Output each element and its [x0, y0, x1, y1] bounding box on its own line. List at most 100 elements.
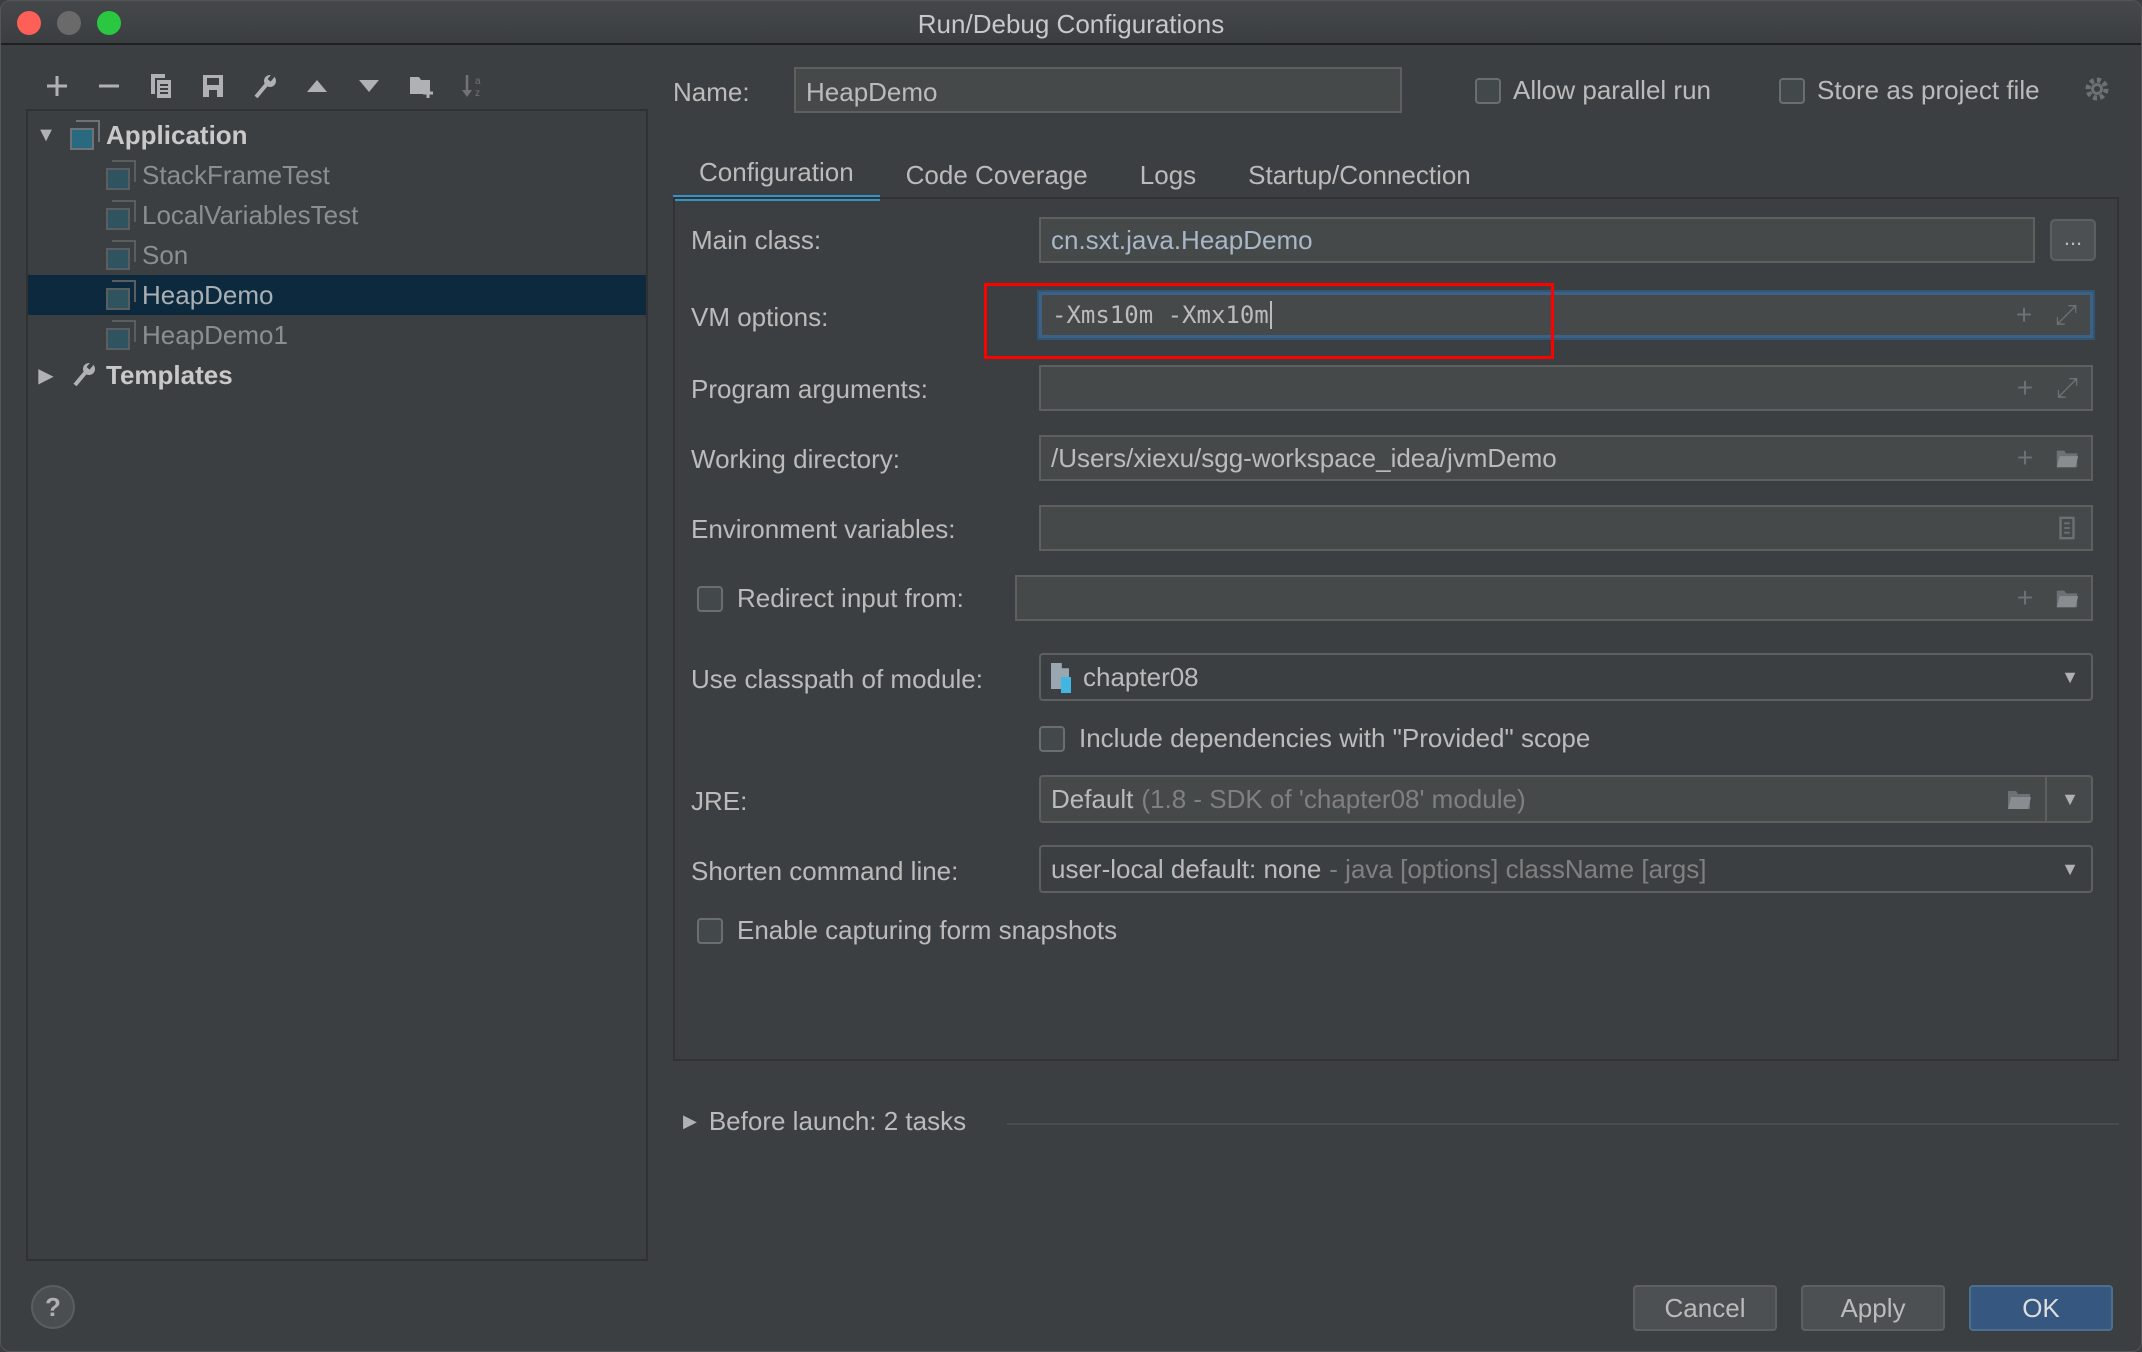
jre-dropdown[interactable]: Default (1.8 - SDK of 'chapter08' module… [1039, 775, 2093, 823]
insert-macro-icon[interactable]: + [2010, 299, 2038, 330]
tree-item-label: StackFrameTest [142, 159, 330, 190]
main-class-input[interactable]: cn.sxt.java.HeapDemo [1039, 217, 2035, 263]
svg-text:z: z [475, 88, 480, 99]
tab-bar: Configuration Code Coverage Logs Startup… [673, 149, 1497, 201]
copy-icon [151, 74, 171, 98]
insert-macro-icon[interactable]: + [2011, 582, 2039, 613]
expand-icon[interactable]: ⤢ [2052, 299, 2080, 330]
application-config-icon [106, 280, 136, 310]
folder-icon[interactable] [2005, 785, 2033, 820]
before-launch-divider [1007, 1123, 2119, 1125]
tree-item-label: HeapDemo [142, 279, 274, 310]
tree-item-selected[interactable]: HeapDemo [28, 275, 646, 315]
tab-startup-connection[interactable]: Startup/Connection [1222, 149, 1497, 201]
tree-item[interactable]: HeapDemo1 [28, 315, 646, 355]
jre-label: JRE: [691, 786, 748, 816]
application-config-icon [106, 160, 136, 190]
enable-snapshots-label: Enable capturing form snapshots [737, 915, 1118, 945]
redirect-input-label: Redirect input from: [737, 583, 964, 613]
svg-text:a: a [475, 76, 481, 87]
move-up-button[interactable] [291, 67, 343, 105]
new-folder-icon [410, 77, 433, 98]
edit-templates-button[interactable] [239, 67, 291, 105]
tree-item-label: HeapDemo1 [142, 319, 288, 350]
classpath-module-value: chapter08 [1083, 661, 1199, 692]
working-directory-input[interactable]: /Users/xiexu/sgg-workspace_idea/jvmDemo … [1039, 435, 2093, 481]
environment-variables-label: Environment variables: [691, 514, 956, 544]
redirect-input-checkbox[interactable]: Redirect input from: [697, 583, 964, 614]
checkbox-box[interactable] [1779, 77, 1805, 104]
checkbox-box[interactable] [697, 917, 723, 944]
new-folder-button[interactable] [395, 67, 447, 105]
edit-list-icon[interactable] [2053, 514, 2081, 542]
apply-button[interactable]: Apply [1801, 1285, 1945, 1331]
expand-arrow-icon: ▶ [683, 1111, 697, 1131]
sort-icon: az [462, 75, 481, 99]
program-arguments-input[interactable]: + ⤢ [1039, 365, 2093, 411]
before-launch-label: Before launch: 2 tasks [708, 1106, 967, 1136]
shorten-command-line-value: user-local default: none [1051, 853, 1322, 884]
include-provided-checkbox[interactable]: Include dependencies with "Provided" sco… [1039, 723, 1590, 754]
name-label: Name: [673, 77, 750, 107]
vm-options-value: -Xms10m -Xmx10m [1052, 301, 1269, 329]
checkbox-box[interactable] [1475, 77, 1501, 104]
collapse-arrow-icon[interactable]: ▶ [36, 363, 56, 388]
sort-configurations-button[interactable]: az [447, 67, 499, 105]
move-down-button[interactable] [343, 67, 395, 105]
expand-icon[interactable]: ⤢ [2053, 372, 2081, 403]
save-icon [203, 75, 223, 97]
vm-options-input[interactable]: -Xms10m -Xmx10m + ⤢ [1039, 292, 2093, 338]
folder-icon[interactable] [2053, 584, 2081, 612]
dropdown-divider [2045, 777, 2047, 821]
tree-item[interactable]: Son [28, 235, 646, 275]
window-title: Run/Debug Configurations [917, 9, 1225, 39]
insert-macro-icon[interactable]: + [2011, 372, 2039, 403]
tree-item[interactable]: StackFrameTest [28, 155, 646, 195]
environment-variables-input[interactable] [1039, 505, 2093, 551]
cancel-button[interactable]: Cancel [1633, 1285, 1777, 1331]
help-button[interactable]: ? [31, 1285, 75, 1329]
browse-main-class-button[interactable]: ... [2050, 219, 2096, 261]
copy-configuration-button[interactable] [135, 67, 187, 105]
tree-node-templates[interactable]: ▶ Templates [28, 355, 646, 395]
wrench-icon [254, 74, 276, 99]
insert-macro-icon[interactable]: + [2011, 442, 2039, 473]
classpath-module-dropdown[interactable]: chapter08 ▼ [1039, 653, 2093, 701]
enable-snapshots-checkbox[interactable]: Enable capturing form snapshots [697, 915, 1117, 946]
add-configuration-button[interactable] [31, 67, 83, 105]
store-as-project-file-checkbox[interactable]: Store as project file [1779, 75, 2040, 106]
move-down-icon [359, 80, 379, 92]
checkbox-box[interactable] [697, 585, 723, 612]
checkbox-box[interactable] [1039, 725, 1065, 752]
tab-configuration[interactable]: Configuration [673, 149, 880, 201]
store-as-project-file-label: Store as project file [1817, 75, 2040, 105]
move-up-icon [307, 80, 327, 92]
name-input[interactable]: HeapDemo [794, 67, 1402, 113]
redirect-input-field[interactable]: + [1015, 575, 2093, 621]
text-caret [1269, 301, 1272, 329]
application-icon [70, 120, 100, 150]
chevron-down-icon[interactable]: ▼ [2061, 789, 2079, 810]
tree-item[interactable]: LocalVariablesTest [28, 195, 646, 235]
chevron-down-icon: ▼ [2061, 667, 2079, 687]
allow-parallel-run-checkbox[interactable]: Allow parallel run [1475, 75, 1711, 106]
vm-options-label: VM options: [691, 302, 829, 332]
folder-icon[interactable] [2053, 444, 2081, 472]
tab-logs[interactable]: Logs [1114, 149, 1222, 201]
tree-node-application[interactable]: ▼ Application [28, 115, 646, 155]
shorten-command-line-dropdown[interactable]: user-local default: none - java [options… [1039, 845, 2093, 893]
tree-item-label: LocalVariablesTest [142, 199, 359, 230]
tree-item-label: Son [142, 239, 189, 270]
working-directory-value: /Users/xiexu/sgg-workspace_idea/jvmDemo [1051, 442, 1557, 473]
expand-arrow-icon[interactable]: ▼ [36, 124, 56, 147]
save-configuration-button[interactable] [187, 67, 239, 105]
title-bar: Run/Debug Configurations [1, 1, 2141, 45]
gear-icon[interactable] [2081, 73, 2113, 105]
main-class-label: Main class: [691, 225, 822, 255]
before-launch-toggle[interactable]: ▶ Before launch: 2 tasks [683, 1106, 966, 1137]
tree-node-label: Templates [106, 359, 233, 390]
tree-node-label: Application [106, 119, 248, 150]
tab-code-coverage[interactable]: Code Coverage [880, 149, 1114, 201]
remove-configuration-button[interactable] [83, 67, 135, 105]
ok-button[interactable]: OK [1969, 1285, 2113, 1331]
